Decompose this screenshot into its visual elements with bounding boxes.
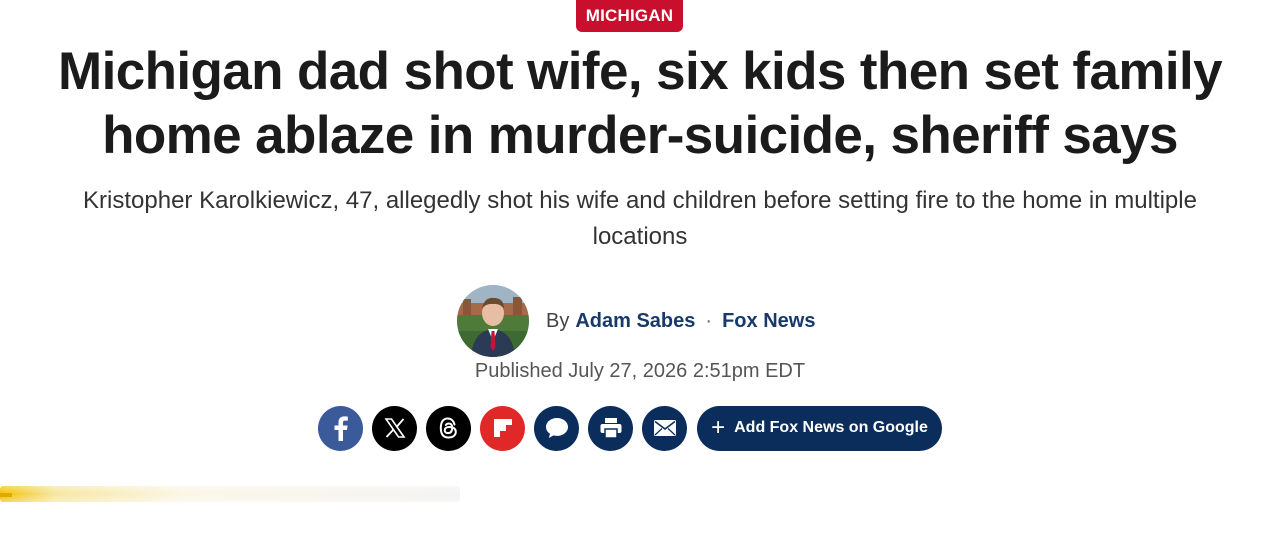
- author-avatar[interactable]: [457, 285, 529, 357]
- print-button[interactable]: [588, 405, 633, 451]
- byline: By Adam Sabes · Fox News: [546, 310, 815, 333]
- headline-line-1: Michigan dad shot wife, six kids then se…: [58, 42, 1223, 101]
- facebook-icon: [334, 416, 348, 441]
- article-header: MICHIGAN Michigan dad shot wife, six kid…: [0, 0, 1280, 536]
- author-link[interactable]: Adam Sabes: [575, 310, 695, 333]
- author-photo: [457, 285, 529, 357]
- x-icon: [383, 418, 406, 438]
- headline: Michigan dad shot wife, six kids then se…: [40, 40, 1240, 168]
- loading-placeholder-bar: [0, 474, 460, 514]
- comments-button[interactable]: [534, 405, 579, 451]
- share-threads-button[interactable]: [426, 405, 471, 451]
- add-fox-news-on-google-button[interactable]: + Add Fox News on Google: [697, 405, 942, 451]
- email-button[interactable]: [642, 405, 687, 451]
- email-icon: [653, 420, 676, 436]
- subheadline: Kristopher Karolkiewicz, 47, allegedly s…: [83, 187, 1197, 250]
- published-timestamp: Published July 27, 2026 2:51pm EDT: [474, 360, 806, 382]
- share-x-button[interactable]: [372, 405, 417, 451]
- headline-line-2: home ablaze in murder-suicide, sheriff s…: [102, 106, 1178, 165]
- category-badge[interactable]: MICHIGAN: [576, 0, 683, 32]
- threads-icon: [439, 417, 457, 439]
- share-facebook-button[interactable]: [318, 405, 363, 451]
- comments-icon: [545, 418, 568, 438]
- flipboard-icon: [493, 419, 512, 437]
- outlet-link[interactable]: Fox News: [722, 310, 815, 333]
- print-icon: [600, 418, 621, 439]
- byline-separator: ·: [705, 309, 713, 332]
- byline-prefix: By: [546, 309, 570, 332]
- share-row: + Add Fox News on Google: [318, 405, 942, 451]
- share-flipboard-button[interactable]: [480, 405, 525, 451]
- add-fox-news-on-google-label: Add Fox News on Google: [734, 419, 928, 436]
- author-row: By Adam Sabes · Fox News: [457, 285, 815, 357]
- plus-icon: +: [711, 414, 726, 441]
